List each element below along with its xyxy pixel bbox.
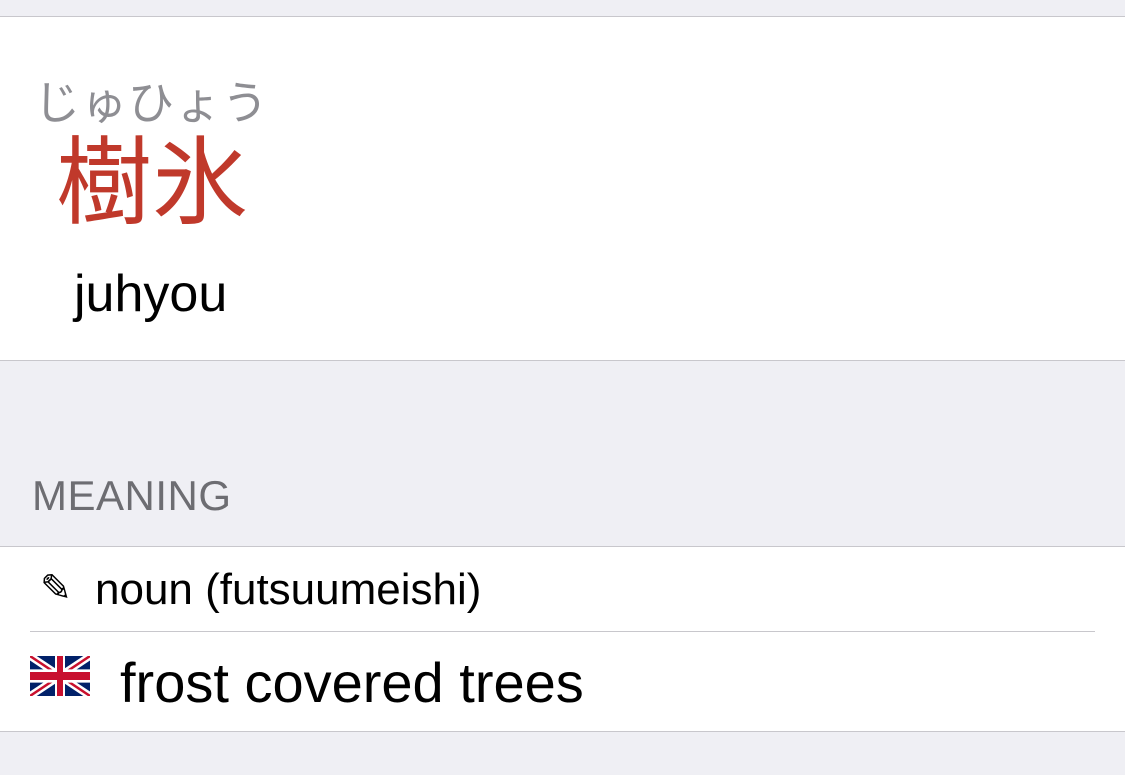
part-of-speech-row: ✎ noun (futsuumeishi) bbox=[0, 547, 1125, 631]
meaning-section-header: MEANING bbox=[32, 472, 232, 519]
kana-reading: じゅひょう bbox=[34, 76, 269, 130]
romaji-reading: juhyou bbox=[74, 265, 228, 323]
part-of-speech-label: noun (futsuumeishi) bbox=[95, 565, 482, 614]
word-card: じゅひょう 樹氷 juhyou bbox=[0, 17, 1125, 361]
pencil-icon: ✎ bbox=[40, 566, 72, 610]
definition-row[interactable]: frost covered trees bbox=[0, 632, 1125, 730]
kanji-word: 樹氷 bbox=[56, 127, 248, 239]
uk-flag-icon bbox=[30, 656, 90, 696]
meaning-card: ✎ noun (futsuumeishi) frost covered tree… bbox=[0, 546, 1125, 732]
top-strip bbox=[0, 0, 1125, 17]
definition-text: frost covered trees bbox=[120, 651, 584, 714]
